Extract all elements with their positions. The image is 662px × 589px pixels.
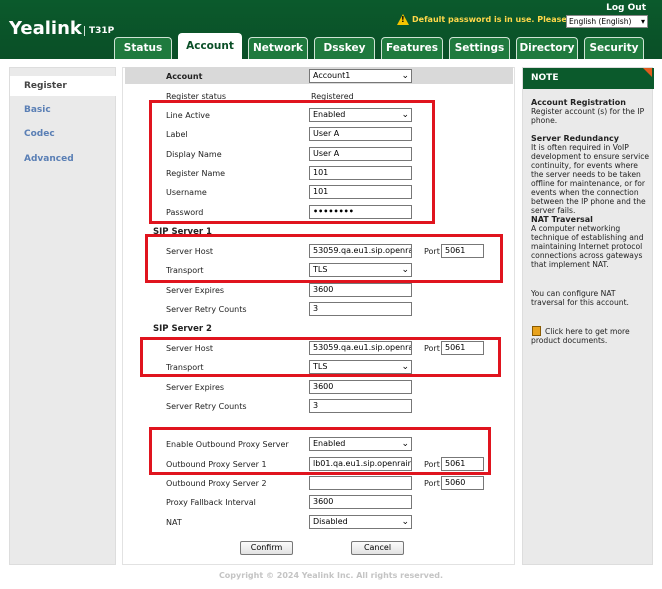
- fallback-label: Proxy Fallback Interval: [166, 498, 256, 507]
- top-header: Yealink T31P Log Out Default password is…: [0, 0, 662, 59]
- yealink-logo: Yealink: [9, 18, 82, 39]
- confirm-button[interactable]: Confirm: [240, 541, 293, 555]
- more-docs-link[interactable]: Click here to get more product documents…: [531, 327, 651, 345]
- nat-value: Disabled: [313, 517, 348, 526]
- note-title: NOTE: [523, 68, 654, 89]
- logout-link[interactable]: Log Out: [606, 3, 646, 13]
- sip2-expires-input[interactable]: 3600: [309, 380, 412, 394]
- fallback-input[interactable]: 3600: [309, 495, 412, 509]
- note-registration: Account Registration Register account (s…: [531, 98, 651, 125]
- outbound2-label: Outbound Proxy Server 2: [166, 479, 267, 488]
- nat-select[interactable]: Disabled ⌄: [309, 515, 412, 529]
- tab-account[interactable]: Account: [178, 33, 242, 59]
- nav-register[interactable]: Register: [10, 76, 118, 96]
- note-corner-icon: [643, 68, 652, 77]
- tab-settings[interactable]: Settings: [449, 37, 510, 59]
- model-label: T31P: [84, 26, 114, 36]
- nat-label: NAT: [166, 518, 182, 527]
- sip1-expires-input[interactable]: 3600: [309, 283, 412, 297]
- note-redundancy-title: Server Redundancy: [531, 134, 619, 143]
- outbound2-port-label: Port: [424, 479, 440, 488]
- tab-security[interactable]: Security: [584, 37, 644, 59]
- note-nat-text: A computer networking technique of estab…: [531, 224, 644, 269]
- sip2-retry-input[interactable]: 3: [309, 399, 412, 413]
- outbound2-input[interactable]: [309, 476, 412, 490]
- nav-codec[interactable]: Codec: [24, 129, 55, 139]
- note-registration-text: Register account (s) for the IP phone.: [531, 107, 645, 125]
- sip1-expires-label: Server Expires: [166, 286, 225, 295]
- sip-server-2-title: SIP Server 2: [153, 324, 212, 334]
- chevron-down-icon: ⌄: [401, 517, 409, 527]
- sip1-retry-label: Server Retry Counts: [166, 305, 247, 314]
- sip2-expires-label: Server Expires: [166, 383, 225, 392]
- sip2-retry-label: Server Retry Counts: [166, 402, 247, 411]
- tab-network[interactable]: Network: [248, 37, 308, 59]
- tab-status[interactable]: Status: [114, 37, 172, 59]
- note-registration-title: Account Registration: [531, 98, 626, 107]
- nav-basic[interactable]: Basic: [24, 105, 51, 115]
- language-select[interactable]: English (English): [566, 15, 648, 28]
- cancel-button[interactable]: Cancel: [351, 541, 404, 555]
- note-redundancy: Server Redundancy It is often required i…: [531, 134, 651, 215]
- warning-icon: [397, 14, 409, 25]
- tab-directory[interactable]: Directory: [516, 37, 578, 59]
- account-label: Account: [166, 72, 203, 81]
- tab-dsskey[interactable]: Dsskey: [314, 37, 375, 59]
- left-navigation: Register Basic Codec Advanced: [9, 67, 118, 565]
- note-nat-config: You can configure NAT traversal for this…: [531, 289, 629, 307]
- outbound2-port-input[interactable]: 5060: [441, 476, 484, 490]
- highlight-box-sip2: [140, 337, 501, 377]
- highlight-box-outbound: [149, 427, 491, 475]
- tab-features[interactable]: Features: [381, 37, 443, 59]
- highlight-box-credentials: [149, 100, 435, 224]
- note-nat-title: NAT Traversal: [531, 215, 593, 224]
- note-redundancy-text: It is often required in VoIP development…: [531, 143, 650, 215]
- nav-advanced[interactable]: Advanced: [24, 154, 74, 164]
- account-select-value: Account1: [313, 71, 351, 80]
- copyright-footer: Copyright © 2024 Yealink Inc. All rights…: [218, 571, 444, 580]
- sip1-retry-input[interactable]: 3: [309, 302, 412, 316]
- note-nat: NAT Traversal A computer networking tech…: [531, 215, 651, 269]
- highlight-box-sip1: [145, 234, 503, 283]
- account-select[interactable]: Account1 ⌄: [309, 69, 412, 83]
- chevron-down-icon: ⌄: [401, 71, 409, 81]
- note-panel: NOTE Account Registration Register accou…: [522, 67, 654, 565]
